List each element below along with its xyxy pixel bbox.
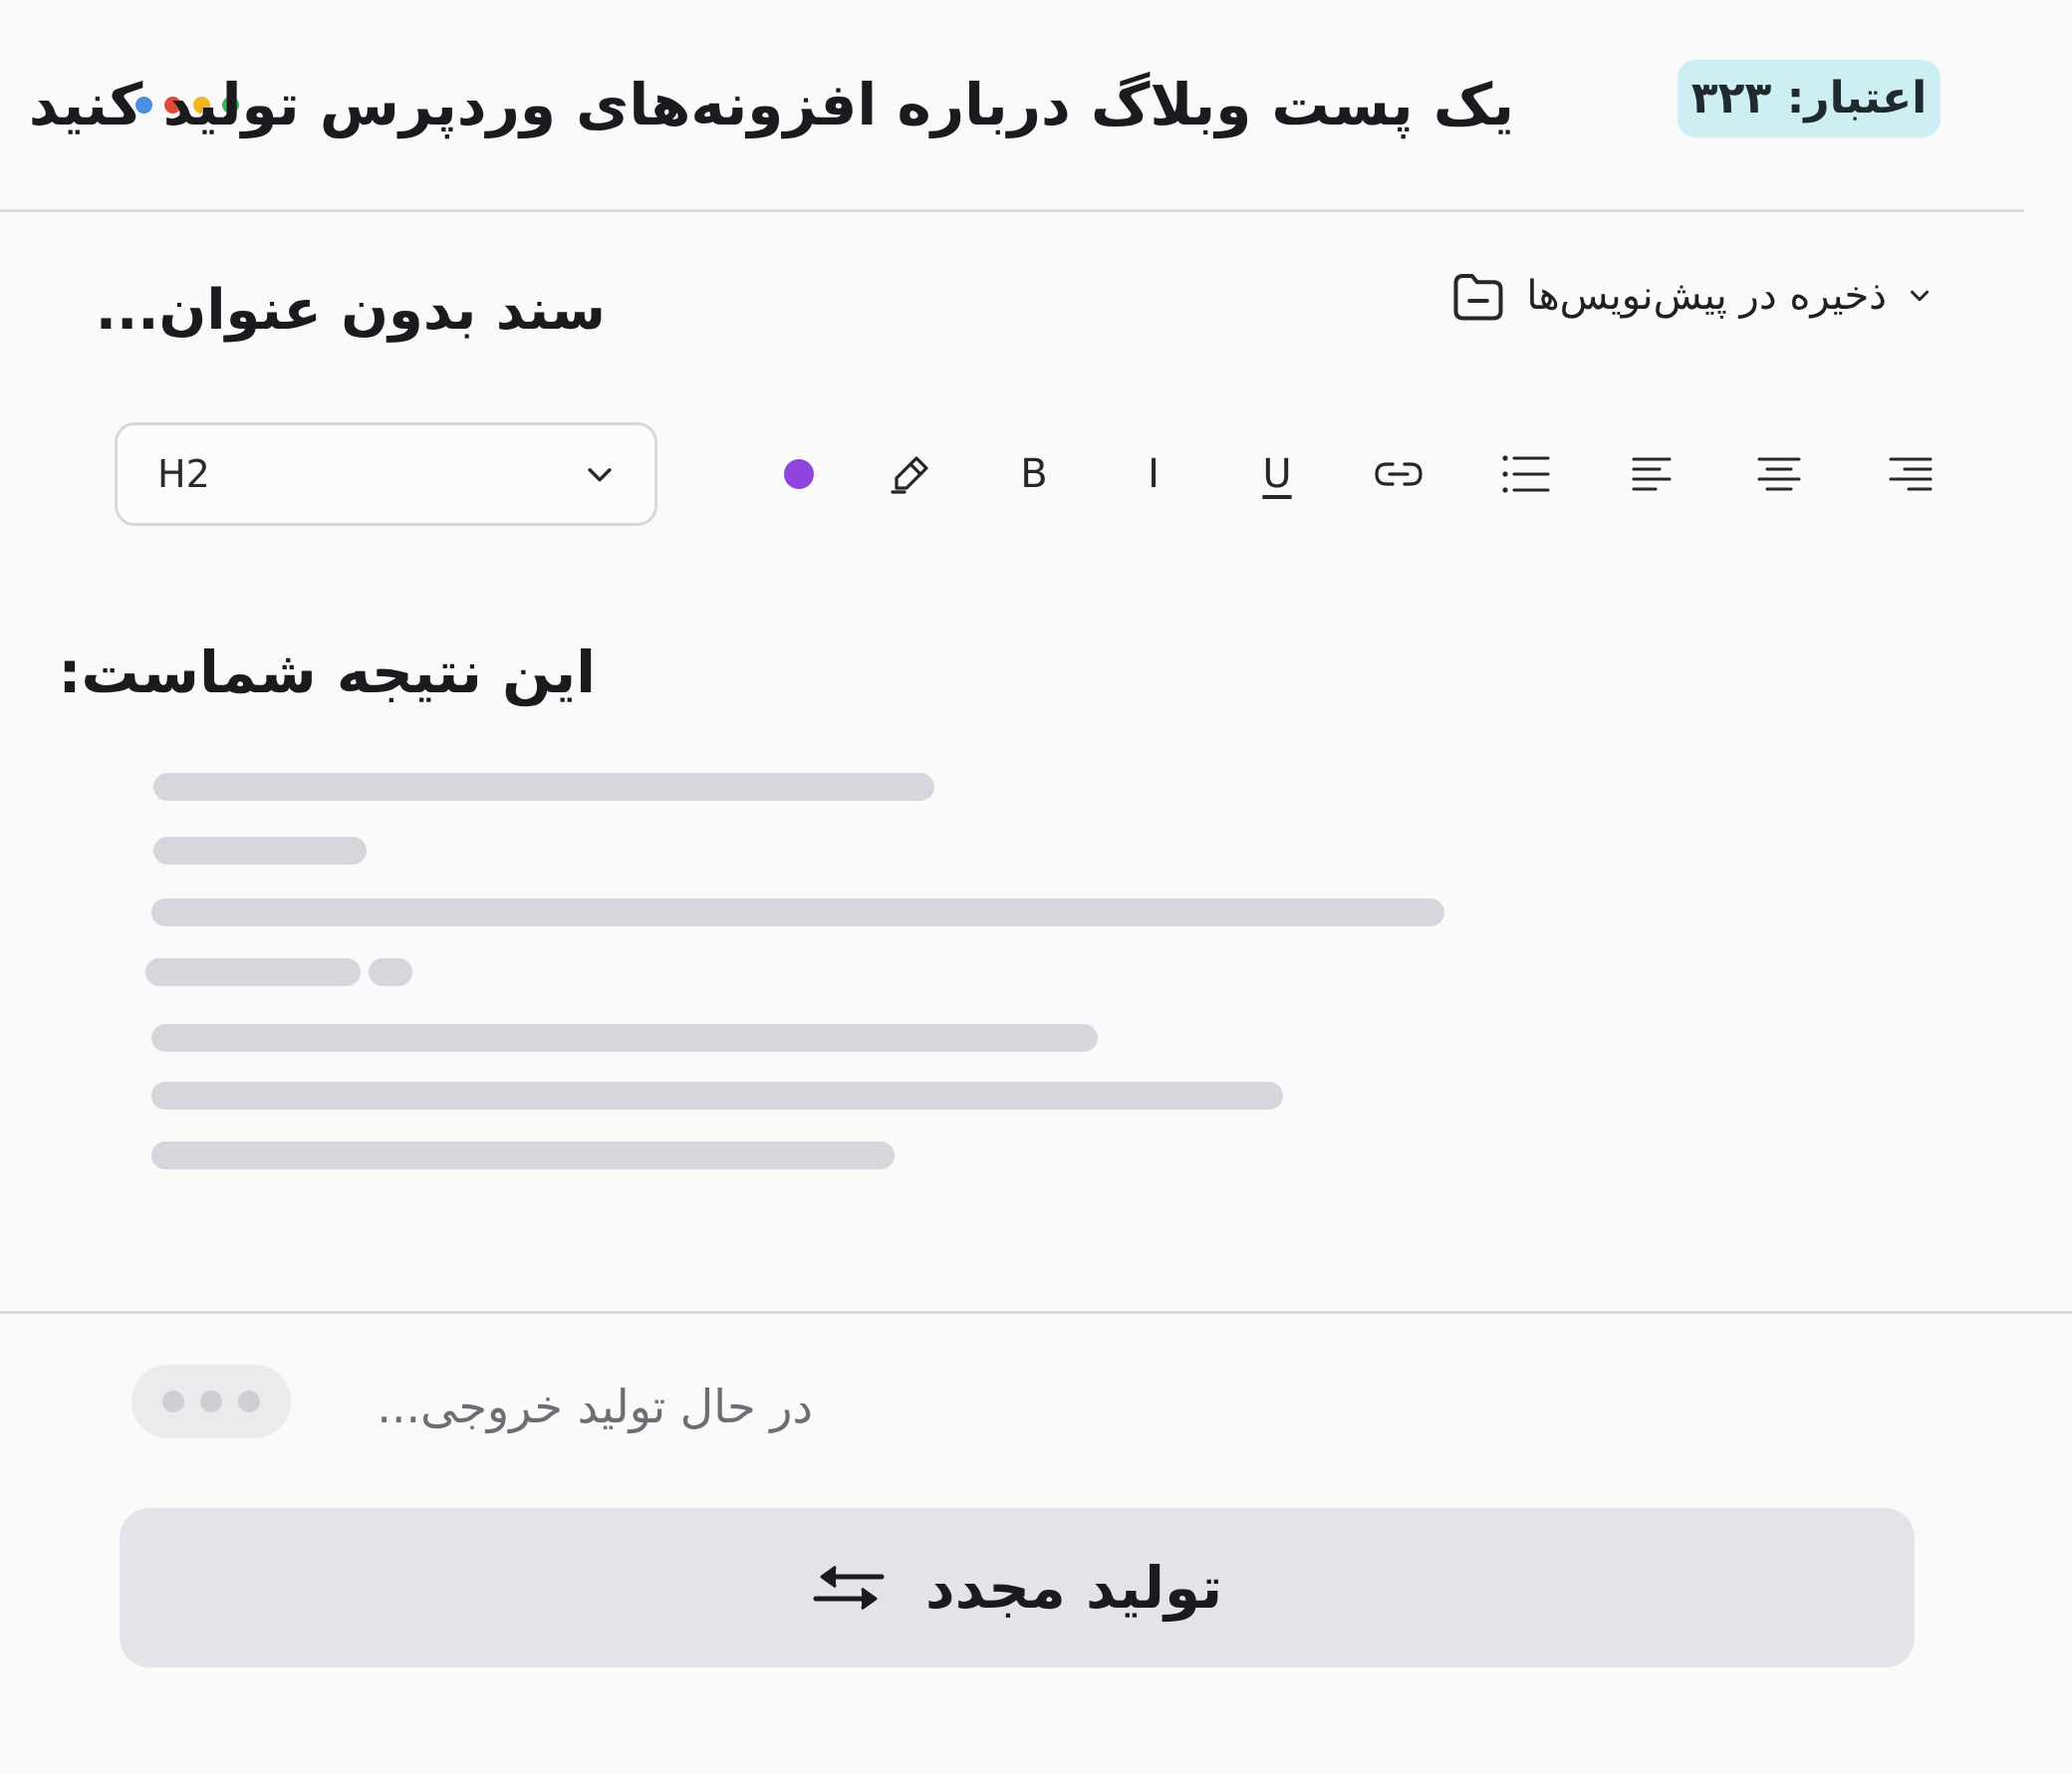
underline-button[interactable]: U [1245, 442, 1309, 506]
header-divider [0, 209, 2024, 212]
italic-icon: I [1148, 451, 1160, 497]
skeleton-line [369, 958, 412, 986]
chevron-down-icon [1911, 290, 1929, 302]
skeleton-line [153, 773, 934, 801]
prompt-title: یک پست وبلاگ درباره افزونه‌های وردپرس تو… [28, 71, 1514, 138]
align-left-button[interactable] [1620, 442, 1684, 506]
bullet-list-button[interactable] [1494, 442, 1558, 506]
underline-icon: U [1262, 451, 1292, 497]
result-heading: این نتیجه شماست: [58, 638, 596, 706]
link-icon [1375, 462, 1423, 486]
align-center-icon [1757, 457, 1801, 491]
credit-badge: اعتبار: ۳۲۳ [1678, 60, 1941, 137]
skeleton-line [151, 1024, 1098, 1052]
document-title[interactable]: سند بدون عنوان... [96, 271, 606, 351]
skeleton-line [145, 958, 361, 986]
highlighter-button[interactable] [879, 442, 942, 506]
regenerate-button[interactable]: تولید مجدد [120, 1508, 1915, 1667]
save-to-drafts-dropdown[interactable]: ذخیره در پیش‌نویس‌ها [1446, 261, 1935, 331]
typing-dot [200, 1391, 222, 1412]
text-color-button[interactable] [767, 442, 831, 506]
skeleton-line [151, 1082, 1283, 1110]
swap-arrows-icon [813, 1565, 885, 1611]
typing-dot [238, 1391, 260, 1412]
bold-icon: B [1020, 451, 1048, 497]
chevron-down-icon [588, 468, 612, 482]
regenerate-label: تولید مجدد [924, 1554, 1223, 1622]
skeleton-line [151, 1141, 895, 1169]
text-color-icon [784, 459, 814, 489]
footer-divider [0, 1311, 2072, 1314]
align-right-button[interactable] [1879, 442, 1942, 506]
align-left-icon [1632, 457, 1672, 491]
folder-icon [1453, 274, 1503, 321]
generation-status: در حال تولید خروجی... [377, 1380, 813, 1433]
bullet-list-icon [1502, 455, 1550, 493]
italic-button[interactable]: I [1122, 442, 1185, 506]
typing-dot [162, 1391, 184, 1412]
align-right-icon [1889, 457, 1933, 491]
heading-select-value: H2 [157, 452, 210, 496]
link-button[interactable] [1367, 442, 1430, 506]
skeleton-line [151, 898, 1444, 926]
typing-indicator [131, 1365, 291, 1438]
save-dropdown-label: ذخیره در پیش‌نویس‌ها [1526, 273, 1887, 319]
heading-level-select[interactable]: H2 [115, 422, 657, 526]
bold-button[interactable]: B [1002, 442, 1066, 506]
align-center-button[interactable] [1747, 442, 1811, 506]
highlighter-icon [891, 456, 928, 494]
skeleton-line [153, 837, 367, 865]
